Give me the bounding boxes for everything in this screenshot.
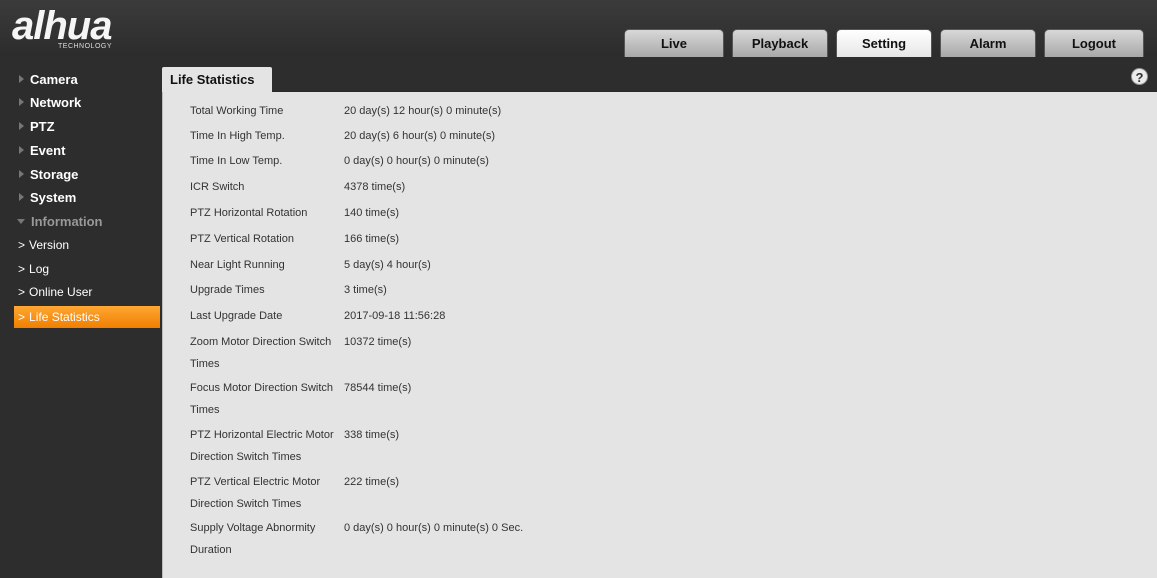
stat-label-line: Direction Switch Times [190,451,302,463]
triangle-right-icon [19,146,24,154]
sidebar-item-network[interactable]: Network [0,91,162,113]
stat-value: 0 day(s) 0 hour(s) 0 minute(s) 0 Sec. [344,522,524,534]
stat-label-line: PTZ Horizontal Electric Motor [190,429,334,441]
stat-value: 5 day(s) 4 hour(s) [344,259,431,271]
stat-value: 2017-09-18 11:56:28 [344,310,446,322]
sidebar-item-label: PTZ [30,118,55,134]
sidebar-subitem-label: Version [29,238,70,252]
sidebar-item-camera[interactable]: Camera [0,68,162,90]
header-bar: alhua TECHNOLOGY Live Playback Setting A… [0,0,1157,57]
stat-value: 78544 time(s) [344,382,412,394]
top-nav-tabs: Live Playback Setting Alarm Logout [624,29,1144,57]
logo-subtext: TECHNOLOGY [58,43,113,50]
stat-label-line: Times [190,358,220,370]
triangle-right-icon [19,170,24,178]
chevron-right-icon: > [18,262,26,276]
stat-label: PTZ Horizontal Electric Motor Direction … [190,424,340,468]
stat-value: 20 day(s) 12 hour(s) 0 minute(s) [344,105,502,117]
stat-value: 140 time(s) [344,207,400,219]
sidebar-subitem-life-statistics[interactable]: > Life Statistics [14,306,160,328]
chevron-right-icon: > [18,285,26,299]
sidebar-item-label: Storage [30,166,79,182]
stat-value: 222 time(s) [344,476,400,488]
content-header-strip [162,57,1157,91]
sidebar-item-label: Network [30,94,82,110]
triangle-right-icon [19,122,24,130]
sidebar-item-information[interactable]: Information [0,210,162,232]
stat-label: Time In High Temp. [190,130,285,142]
tab-setting[interactable]: Setting [836,29,932,57]
stat-label: PTZ Horizontal Rotation [190,207,308,219]
stat-label: Focus Motor Direction Switch Times [190,377,340,421]
tab-logout[interactable]: Logout [1044,29,1144,57]
stat-value: 0 day(s) 0 hour(s) 0 minute(s) [344,155,489,167]
sidebar-subitem-label: Log [29,262,50,276]
stat-value: 3 time(s) [344,284,387,296]
sidebar-item-label: Information [31,213,103,229]
stat-label: Upgrade Times [190,284,265,296]
stat-label-line: Times [190,404,220,416]
sidebar-item-storage[interactable]: Storage [0,163,162,185]
stat-value: 338 time(s) [344,429,400,441]
sidebar-item-label: Camera [30,71,78,87]
stat-label-line: Direction Switch Times [190,498,302,510]
help-icon[interactable]: ? [1131,68,1148,85]
sidebar-item-label: Event [30,142,66,158]
stat-value: 166 time(s) [344,233,400,245]
stat-value: 20 day(s) 6 hour(s) 0 minute(s) [344,130,495,142]
logo-text: alhua [12,4,112,48]
stat-label-line: Zoom Motor Direction Switch [190,336,332,348]
stat-label-line: PTZ Vertical Electric Motor [190,476,321,488]
dahua-logo: alhua TECHNOLOGY [12,6,152,52]
sidebar-subitem-label: Online User [29,285,93,299]
stat-value: 4378 time(s) [344,181,406,193]
chevron-right-icon: > [18,310,26,324]
stat-label: ICR Switch [190,181,245,193]
triangle-down-icon [17,218,25,224]
stat-value: 10372 time(s) [344,336,412,348]
sidebar-subitem-online-user[interactable]: > Online User [14,281,160,303]
stat-label: PTZ Vertical Rotation [190,233,294,245]
stat-label: Total Working Time [190,105,284,117]
stat-label-line: Supply Voltage Abnormity [190,522,316,534]
stat-label-line: Duration [190,544,232,556]
stat-label: Near Light Running [190,259,285,271]
stat-label: PTZ Vertical Electric Motor Direction Sw… [190,471,340,515]
triangle-right-icon [19,75,24,83]
stat-label: Zoom Motor Direction Switch Times [190,331,340,375]
tab-live[interactable]: Live [624,29,724,57]
stat-label-line: Focus Motor Direction Switch [190,382,334,394]
triangle-right-icon [19,98,24,106]
sidebar: Camera Network PTZ Event Storage System … [0,57,162,578]
page-title: Life Statistics [162,67,272,92]
tab-alarm[interactable]: Alarm [940,29,1036,57]
chevron-right-icon: > [18,238,26,252]
sidebar-item-ptz[interactable]: PTZ [0,115,162,137]
sidebar-subitem-version[interactable]: > Version [14,234,160,256]
stat-label: Supply Voltage Abnormity Duration [190,517,340,561]
sidebar-subitem-label: Life Statistics [29,310,100,324]
triangle-right-icon [19,193,24,201]
tab-playback[interactable]: Playback [732,29,828,57]
stat-label: Last Upgrade Date [190,310,283,322]
sidebar-item-label: System [30,189,77,205]
sidebar-item-system[interactable]: System [0,186,162,208]
sidebar-item-event[interactable]: Event [0,139,162,161]
sidebar-subitem-log[interactable]: > Log [14,258,160,280]
stat-label: Time In Low Temp. [190,155,283,167]
life-statistics-panel: Total Working Time 20 day(s) 12 hour(s) … [162,92,1157,578]
